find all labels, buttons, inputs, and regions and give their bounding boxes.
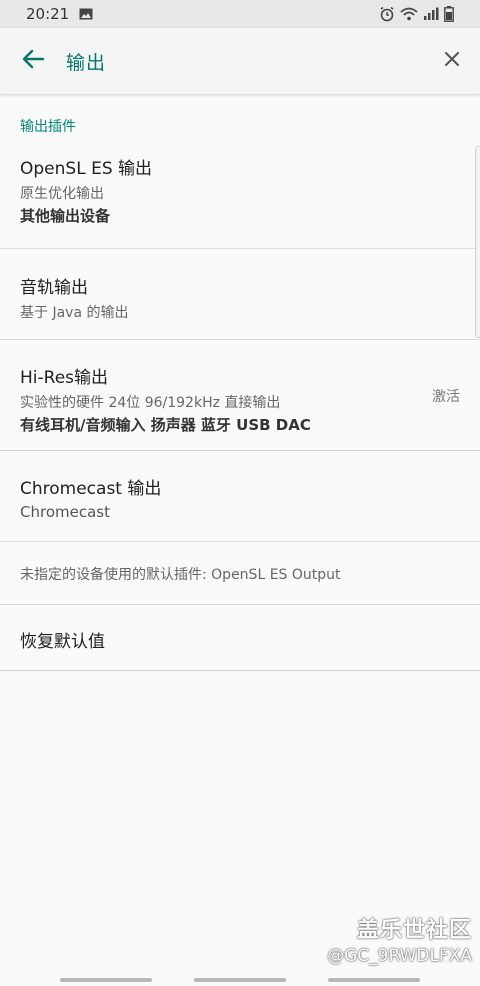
activate-button[interactable]: 激活 (432, 386, 460, 406)
watermark: 盖乐世社区 @GC_9RWDLFXA (327, 912, 472, 966)
pref-audiotrack-output[interactable]: 音轨输出 基于 Java 的输出 (0, 249, 480, 340)
arrow-left-icon (22, 49, 45, 73)
back-button[interactable] (0, 28, 66, 94)
image-icon (79, 8, 93, 20)
pref-title: Chromecast 输出 (20, 479, 162, 499)
pref-opensl-output[interactable]: OpenSL ES 输出 原生优化输出 其他输出设备 (0, 134, 480, 249)
pref-title: Hi-Res输出 (20, 368, 109, 388)
scrollbar[interactable] (475, 146, 480, 338)
section-header-output-plugins: 输出插件 (20, 119, 76, 135)
pref-summary: 原生优化输出 (20, 186, 104, 202)
pref-devices: 有线耳机/音频输入 扬声器 蓝牙 USB DAC (20, 416, 311, 434)
pref-summary: 实验性的硬件 24位 96/192kHz 直接输出 (20, 395, 281, 411)
status-time: 20:21 (26, 5, 70, 23)
restore-defaults-label: 恢复默认值 (20, 632, 105, 652)
restore-defaults-button[interactable]: 恢复默认值 (0, 605, 480, 671)
pref-devices: 其他输出设备 (20, 207, 111, 225)
default-plugin-note: 未指定的设备使用的默认插件: OpenSL ES Output (0, 542, 480, 605)
pref-title: OpenSL ES 输出 (20, 159, 153, 179)
back-nav-button[interactable] (328, 978, 420, 982)
pref-chromecast-output[interactable]: Chromecast 输出 Chromecast (0, 451, 480, 542)
close-icon (444, 51, 460, 71)
status-bar: 20:21 (0, 0, 480, 28)
nav-bar (0, 970, 480, 986)
note-text: 未指定的设备使用的默认插件: OpenSL ES Output (20, 567, 341, 583)
watermark-title: 盖乐世社区 (356, 918, 472, 943)
app-bar: 输出 (0, 28, 480, 94)
home-button[interactable] (194, 978, 286, 982)
page-title: 输出 (66, 51, 107, 74)
watermark-handle: @GC_9RWDLFXA (327, 946, 472, 966)
settings-list: 输出插件 OpenSL ES 输出 原生优化输出 其他输出设备 音轨输出 基于 … (0, 94, 480, 671)
close-button[interactable] (424, 28, 480, 94)
alarm-icon (379, 6, 395, 22)
wifi-icon (400, 7, 418, 21)
pref-summary: Chromecast (20, 503, 110, 521)
battery-icon (444, 6, 454, 22)
pref-summary: 基于 Java 的输出 (20, 305, 129, 321)
pref-hires-output[interactable]: Hi-Res输出 实验性的硬件 24位 96/192kHz 直接输出 有线耳机/… (0, 340, 480, 451)
pref-title: 音轨输出 (20, 278, 88, 298)
signal-icon (423, 7, 439, 21)
recents-button[interactable] (60, 978, 152, 982)
